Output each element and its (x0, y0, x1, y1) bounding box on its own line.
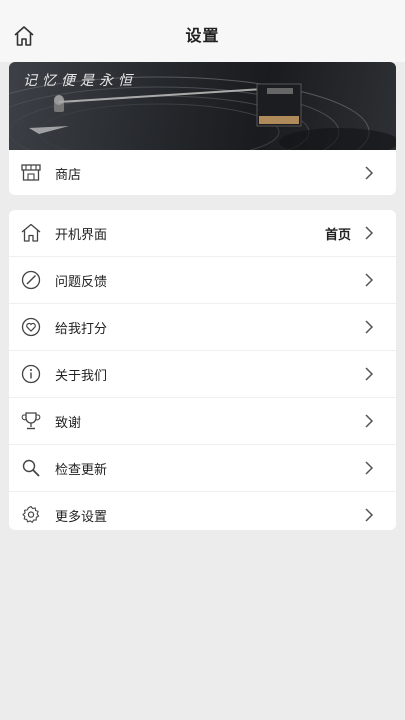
search-icon (22, 459, 40, 477)
chevron-right-icon (365, 320, 374, 334)
info-icon (21, 364, 41, 384)
chevron-right-icon (365, 367, 374, 381)
menu-item-label: 致谢 (55, 416, 82, 431)
menu-item-label: 开机界面 (55, 228, 108, 243)
page-title: 设置 (185, 26, 220, 45)
top-bar: 设置 (0, 0, 405, 62)
menu-item-acknowledgements[interactable]: 致谢 (9, 398, 396, 445)
menu-item-label: 更多设置 (55, 510, 108, 525)
menu-item-check-update[interactable]: 检查更新 (9, 445, 396, 492)
trophy-icon (21, 412, 41, 430)
chevron-right-icon (365, 166, 374, 180)
feedback-icon (21, 270, 41, 290)
home-icon (21, 223, 41, 242)
menu-item-more-settings[interactable]: 更多设置 (9, 492, 396, 530)
menu-item-startup-screen[interactable]: 开机界面 首页 (9, 210, 396, 257)
chevron-right-icon (365, 414, 374, 428)
chevron-right-icon (365, 508, 374, 522)
menu-item-label: 给我打分 (55, 322, 108, 337)
menu-item-label: 问题反馈 (55, 275, 108, 290)
menu-item-feedback[interactable]: 问题反馈 (9, 257, 396, 304)
menu-item-about-us[interactable]: 关于我们 (9, 351, 396, 398)
store-card: 记忆便是永恒 商店 (9, 62, 396, 195)
chevron-right-icon (365, 461, 374, 475)
chevron-right-icon (365, 273, 374, 287)
menu-item-value: 首页 (324, 228, 351, 243)
heart-icon (21, 317, 41, 337)
chevron-right-icon (365, 226, 374, 240)
menu-item-label: 检查更新 (55, 463, 108, 478)
gear-icon (22, 505, 40, 523)
store-icon (21, 164, 41, 181)
banner-caption: 记忆便是永恒 (23, 73, 137, 89)
banner-image[interactable]: 记忆便是永恒 (9, 62, 396, 150)
menu-item-rate-us[interactable]: 给我打分 (9, 304, 396, 351)
menu-item-label: 关于我们 (55, 369, 108, 384)
store-row[interactable]: 商店 (9, 150, 396, 195)
store-label: 商店 (55, 168, 82, 183)
settings-card: 开机界面 首页 问题反馈 给我打分 关于我们 致谢 检查更新 更多设置 (9, 210, 396, 530)
